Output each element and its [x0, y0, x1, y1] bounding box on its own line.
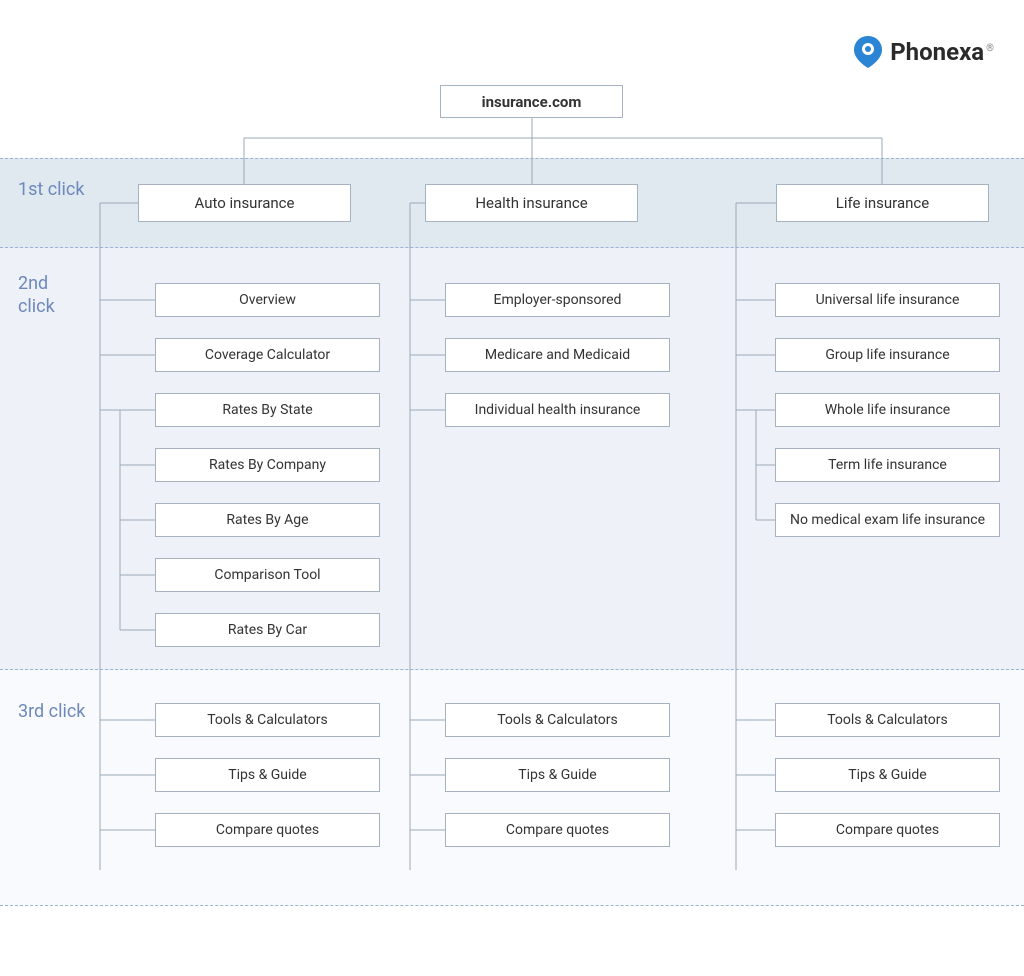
label-first-click: 1st click [18, 178, 88, 201]
item-life-no-medical: No medical exam life insurance [775, 503, 1000, 537]
item-life-whole: Whole life insurance [775, 393, 1000, 427]
label-second-click: 2nd click [18, 272, 88, 319]
item-auto-coverage-calculator: Coverage Calculator [155, 338, 380, 372]
item-auto-tools-calculators: Tools & Calculators [155, 703, 380, 737]
brand-logo: Phonexa® [854, 36, 994, 68]
item-health-tools-calculators: Tools & Calculators [445, 703, 670, 737]
item-auto-rates-by-company: Rates By Company [155, 448, 380, 482]
item-health-individual: Individual health insurance [445, 393, 670, 427]
item-life-compare-quotes: Compare quotes [775, 813, 1000, 847]
item-health-medicare-medicaid: Medicare and Medicaid [445, 338, 670, 372]
item-life-group: Group life insurance [775, 338, 1000, 372]
label-third-click: 3rd click [18, 700, 88, 723]
category-life-insurance: Life insurance [776, 184, 989, 222]
item-auto-rates-by-car: Rates By Car [155, 613, 380, 647]
item-life-universal: Universal life insurance [775, 283, 1000, 317]
item-auto-comparison-tool: Comparison Tool [155, 558, 380, 592]
item-life-term: Term life insurance [775, 448, 1000, 482]
brand-name: Phonexa® [890, 38, 994, 66]
item-life-tools-calculators: Tools & Calculators [775, 703, 1000, 737]
root-node: insurance.com [440, 85, 623, 118]
item-auto-rates-by-age: Rates By Age [155, 503, 380, 537]
category-health-insurance: Health insurance [425, 184, 638, 222]
phonexa-pin-icon [854, 36, 882, 68]
item-auto-compare-quotes: Compare quotes [155, 813, 380, 847]
item-health-tips-guide: Tips & Guide [445, 758, 670, 792]
item-auto-overview: Overview [155, 283, 380, 317]
category-auto-insurance: Auto insurance [138, 184, 351, 222]
item-life-tips-guide: Tips & Guide [775, 758, 1000, 792]
item-health-compare-quotes: Compare quotes [445, 813, 670, 847]
item-health-employer: Employer-sponsored [445, 283, 670, 317]
item-auto-tips-guide: Tips & Guide [155, 758, 380, 792]
item-auto-rates-by-state: Rates By State [155, 393, 380, 427]
